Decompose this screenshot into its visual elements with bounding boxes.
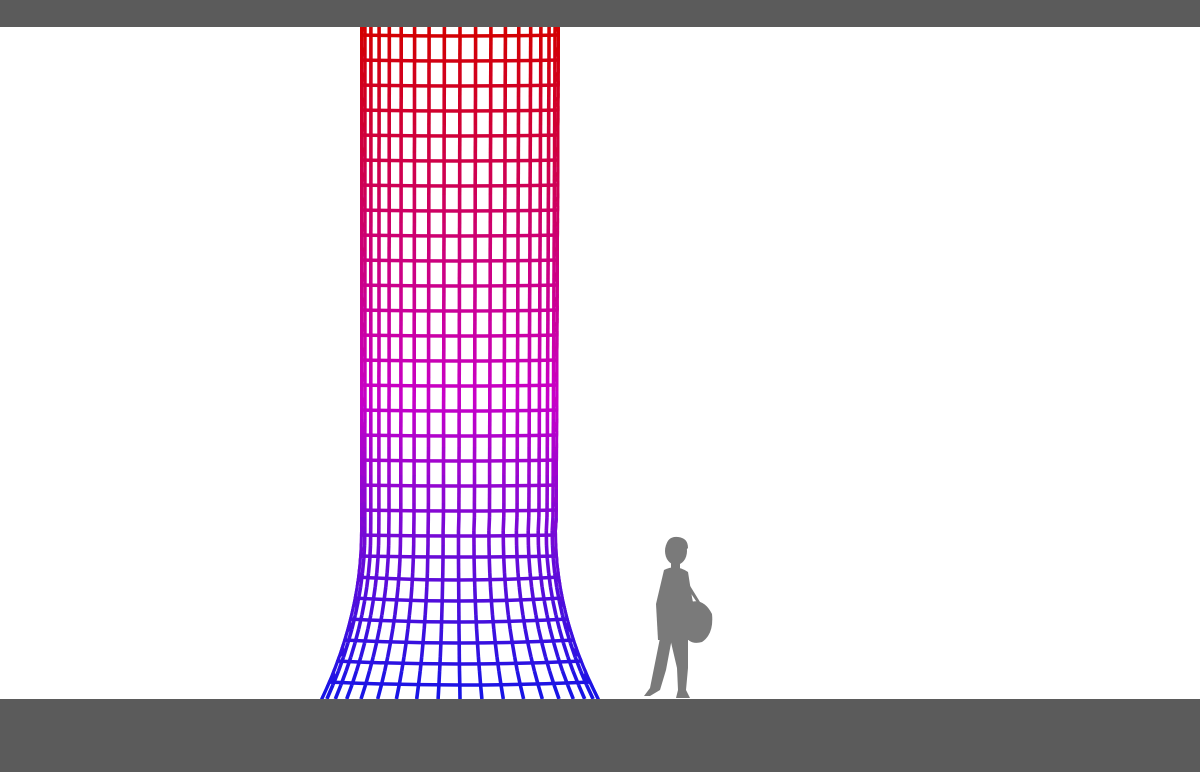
column-ring-member — [359, 308, 559, 313]
scene-canvas — [0, 0, 1200, 772]
column-vertical-member — [385, 558, 390, 574]
column-vertical-member — [538, 572, 544, 588]
column-vertical-member — [360, 558, 366, 574]
column-vertical-member — [380, 600, 386, 616]
floor-slab — [0, 699, 1200, 772]
column-vertical-member — [438, 642, 443, 658]
column-vertical-member — [410, 558, 416, 574]
column-ring-member — [359, 458, 559, 463]
column-ring-member — [359, 208, 560, 213]
column-vertical-member — [531, 600, 538, 616]
column-vertical-member — [421, 628, 426, 644]
column-vertical-member — [545, 558, 551, 574]
lattice-column — [320, 27, 600, 699]
column-vertical-member — [424, 586, 429, 602]
column-ring-member — [359, 333, 559, 338]
background — [0, 0, 1200, 772]
column-vertical-member — [546, 572, 553, 588]
column-vertical-member — [437, 670, 442, 686]
ceiling-slab — [0, 0, 1200, 27]
column-vertical-member — [515, 558, 520, 574]
column-vertical-member — [527, 558, 532, 574]
column-vertical-member — [492, 628, 498, 644]
column-ring-member — [359, 408, 559, 413]
column-ring-member — [359, 258, 560, 263]
column-vertical-member — [493, 642, 499, 658]
column-vertical-member — [416, 670, 422, 686]
column-vertical-member — [544, 516, 549, 532]
column-vertical-member — [514, 516, 519, 532]
column-vertical-member — [477, 670, 483, 686]
column-ring-member — [359, 383, 559, 388]
column-vertical-member — [478, 684, 484, 699]
column-vertical-member — [537, 558, 543, 574]
column-vertical-member — [375, 558, 380, 574]
column-vertical-member — [536, 516, 541, 532]
column-vertical-member — [487, 558, 492, 574]
column-vertical-member — [397, 558, 402, 574]
column-vertical-member — [497, 670, 503, 686]
column-vertical-member — [419, 642, 425, 658]
column-vertical-member — [510, 642, 517, 658]
column-vertical-member — [393, 600, 399, 616]
column-vertical-member — [473, 600, 478, 616]
column-ring-member — [359, 554, 559, 559]
column-ring-member — [359, 83, 560, 88]
column-vertical-member — [504, 600, 511, 616]
column-vertical-member — [475, 642, 481, 658]
column-vertical-member — [502, 558, 507, 574]
column-vertical-member — [365, 572, 371, 588]
column-vertical-member — [402, 642, 408, 658]
column-vertical-member — [474, 628, 480, 644]
column-ring-member — [359, 483, 559, 488]
column-ring-member — [359, 33, 561, 38]
column-ring-member — [359, 533, 558, 538]
column-ring-member — [359, 233, 560, 238]
column-vertical-member — [473, 586, 478, 602]
column-ring-member — [359, 183, 560, 188]
column-vertical-member — [366, 558, 372, 574]
column-vertical-member — [373, 572, 379, 588]
column-vertical-member — [439, 628, 444, 644]
column-ring-member — [359, 433, 559, 438]
column-vertical-member — [436, 684, 441, 699]
column-vertical-member — [407, 600, 413, 616]
column-vertical-member — [489, 600, 495, 616]
column-vertical-member — [414, 684, 421, 699]
column-ring-member — [359, 508, 558, 513]
column-vertical-member — [519, 600, 525, 616]
column-vertical-member — [499, 684, 506, 699]
column-vertical-member — [487, 516, 492, 532]
column-vertical-member — [526, 516, 531, 532]
column-vertical-member — [472, 516, 477, 532]
column-ring-member — [359, 158, 560, 163]
column-ring-member — [359, 283, 559, 288]
column-ring-member — [359, 133, 560, 138]
column-vertical-member — [488, 586, 494, 602]
column-vertical-member — [551, 558, 557, 574]
column-ring-member — [359, 358, 559, 363]
column-vertical-member — [501, 516, 506, 532]
column-vertical-member — [369, 600, 375, 616]
column-ring-member — [359, 58, 560, 63]
column-vertical-member — [423, 600, 428, 616]
column-ring-member — [359, 108, 560, 113]
